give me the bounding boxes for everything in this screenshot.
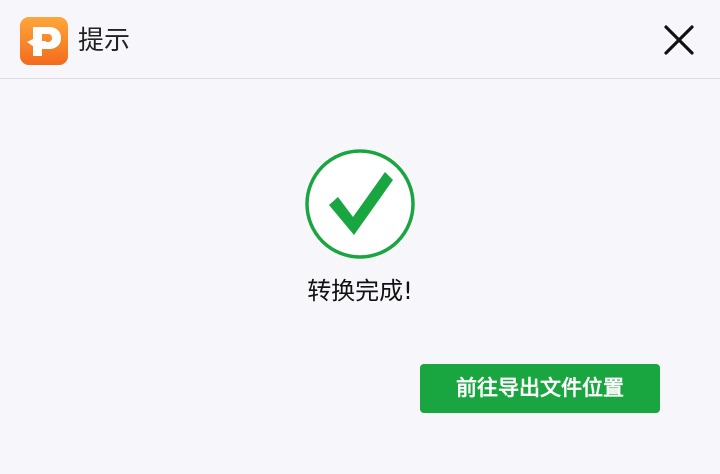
dialog-titlebar: 提示 [0,0,720,79]
open-export-location-button[interactable]: 前往导出文件位置 [420,364,660,413]
status-message: 转换完成! [307,277,413,305]
app-logo-icon [20,17,68,65]
success-check-icon [305,149,415,259]
dialog-title: 提示 [78,26,131,56]
close-icon[interactable] [656,20,700,60]
conversion-complete-dialog: 提示 转换完成! 前往导出文件位置 [0,0,720,474]
